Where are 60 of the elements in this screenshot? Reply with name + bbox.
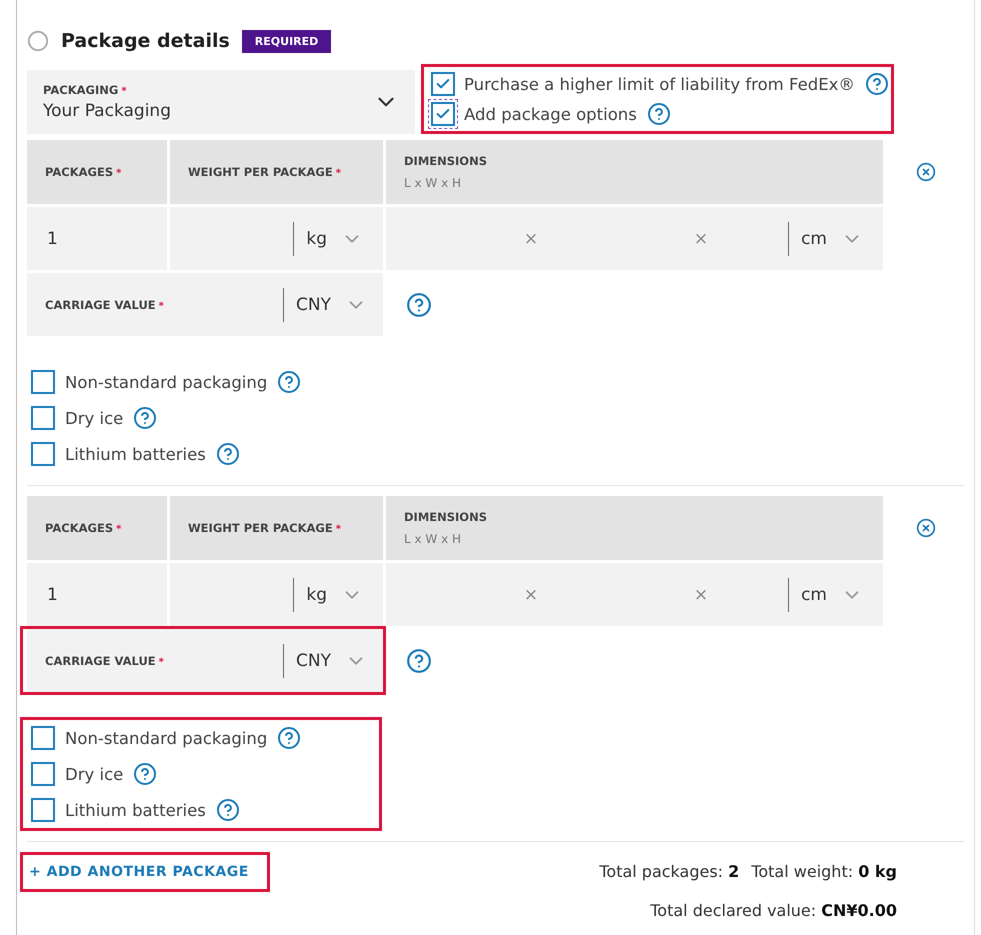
carriage-value-field[interactable]: CARRIAGE VALUE * CNY [27, 629, 383, 692]
required-badge: REQUIRED [242, 30, 332, 52]
help-icon[interactable] [406, 648, 432, 674]
checkbox[interactable] [31, 370, 55, 394]
packages-field[interactable]: 1 [27, 563, 167, 626]
currency-select[interactable]: CNY [296, 294, 331, 314]
help-icon[interactable] [406, 292, 432, 318]
checkbox-label: Non-standard packaging [65, 728, 268, 748]
help-icon[interactable] [277, 370, 302, 394]
unit-select[interactable]: kg [306, 228, 327, 248]
dimension-separator: × [524, 228, 538, 248]
checkbox[interactable] [31, 726, 55, 750]
dimension-separator: × [524, 584, 538, 604]
dimension-separator: × [694, 228, 708, 248]
help-icon[interactable] [133, 406, 158, 430]
unit-select[interactable]: cm [801, 228, 827, 248]
total-text: Total weight: 0 kg [751, 862, 897, 881]
total-text: Total packages: 2 [599, 862, 740, 881]
checkbox[interactable] [31, 762, 55, 786]
column-label: PACKAGES * [45, 521, 122, 535]
remove-icon[interactable] [916, 518, 936, 538]
column-hint: L x W x H [404, 176, 462, 190]
carriage-value-field[interactable]: CARRIAGE VALUE * CNY [27, 273, 383, 336]
currency-select[interactable]: CNY [296, 650, 331, 670]
help-icon[interactable] [216, 442, 240, 466]
unit-select[interactable]: kg [306, 584, 327, 604]
packages-field[interactable]: 1 [27, 207, 167, 270]
add-package-link[interactable]: + ADD ANOTHER PACKAGE [25, 858, 253, 886]
dimensions-field[interactable]: × × cm [386, 207, 883, 270]
help-icon[interactable] [864, 72, 889, 96]
help-icon[interactable] [133, 762, 158, 786]
column-label: WEIGHT PER PACKAGE * [188, 521, 342, 535]
checkbox-label: Dry ice [65, 408, 124, 428]
checkbox[interactable] [430, 72, 454, 96]
help-icon[interactable] [216, 798, 240, 822]
unit-select[interactable]: cm [801, 584, 827, 604]
checkbox[interactable] [31, 798, 55, 822]
column-label: DIMENSIONS [404, 510, 488, 524]
column-hint: L x W x H [404, 532, 462, 546]
checkbox-label: Non-standard packaging [65, 372, 268, 392]
dimension-separator: × [694, 584, 708, 604]
column-label: PACKAGES * [45, 165, 122, 179]
checkbox-label: Dry ice [65, 764, 124, 784]
weight-field[interactable]: kg [170, 563, 383, 626]
total-text: Total declared value: CN¥0.00 [650, 901, 897, 920]
checkbox-label: Add package options [464, 104, 637, 124]
dimensions-field[interactable]: × × cm [386, 563, 883, 626]
remove-icon[interactable] [916, 162, 936, 182]
checkbox-label: Lithium batteries [65, 444, 206, 464]
packaging-select[interactable]: PACKAGING * Your Packaging [27, 70, 415, 134]
weight-field[interactable]: kg [170, 207, 383, 270]
checkbox[interactable] [31, 442, 55, 466]
checkbox-label: Purchase a higher limit of liability from FedEx® [464, 74, 855, 94]
column-label: DIMENSIONS [404, 154, 488, 168]
column-label: WEIGHT PER PACKAGE * [188, 165, 342, 179]
section-title: Package details [61, 30, 230, 52]
checkbox[interactable] [31, 406, 55, 430]
checkbox-label: Lithium batteries [65, 800, 206, 820]
help-icon[interactable] [277, 726, 302, 750]
help-icon[interactable] [646, 102, 671, 126]
